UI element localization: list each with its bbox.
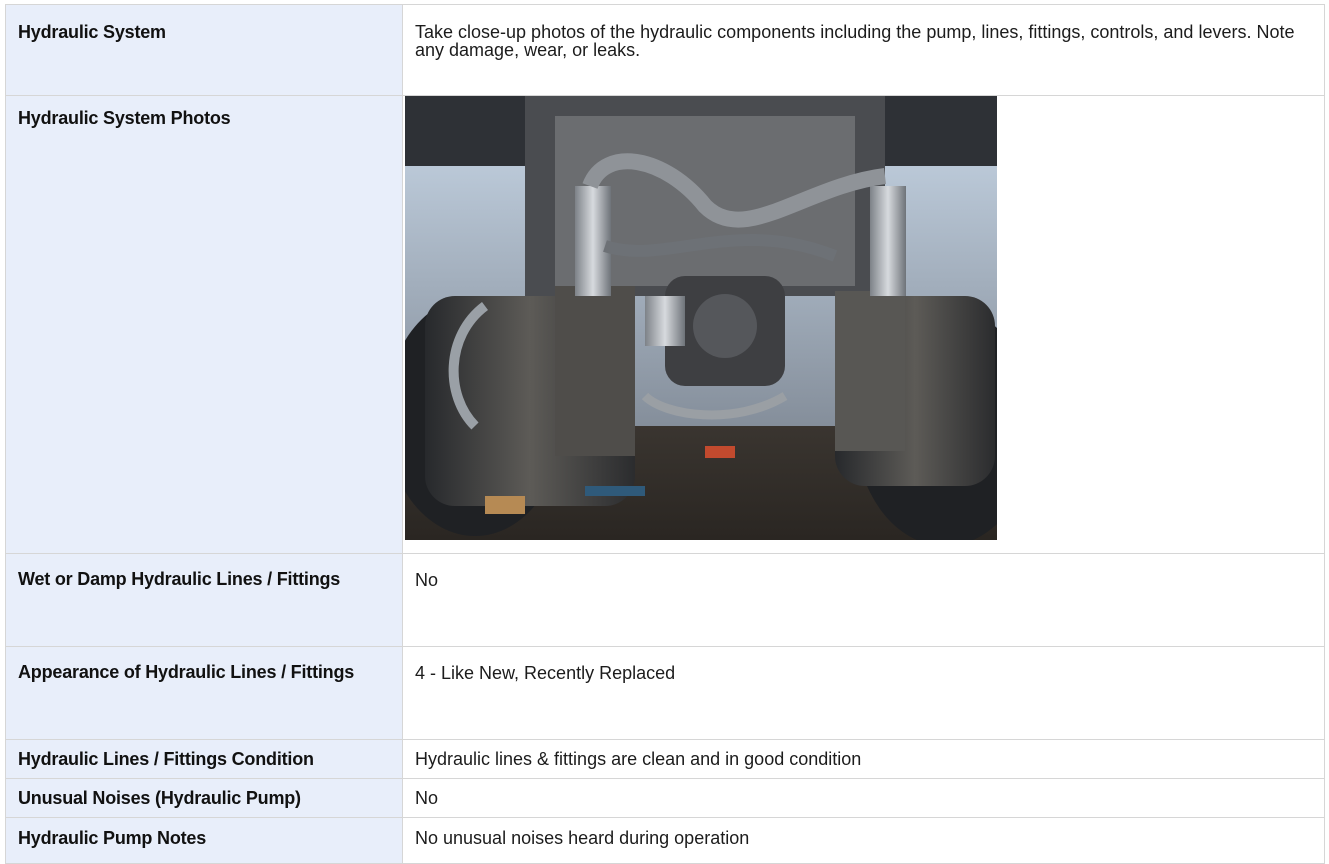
row-label: Appearance of Hydraulic Lines / Fittings <box>5 646 403 740</box>
table-row: Hydraulic Lines / Fittings Condition Hyd… <box>5 739 1325 779</box>
row-label: Hydraulic System Photos <box>5 95 403 554</box>
table-row: Hydraulic System Take close-up photos of… <box>5 4 1325 96</box>
table-row: Wet or Damp Hydraulic Lines / Fittings N… <box>5 553 1325 647</box>
row-value: No <box>402 553 1325 647</box>
table-row: Unusual Noises (Hydraulic Pump) No <box>5 778 1325 818</box>
photo-cell <box>402 95 1325 554</box>
row-label: Unusual Noises (Hydraulic Pump) <box>5 778 403 818</box>
table-row: Hydraulic System Photos <box>5 95 1325 554</box>
inspection-report-table: Hydraulic System Take close-up photos of… <box>5 4 1325 864</box>
hydraulic-system-photo[interactable] <box>405 96 997 540</box>
row-value: No <box>402 778 1325 818</box>
row-label: Hydraulic Lines / Fittings Condition <box>5 739 403 779</box>
row-value: No unusual noises heard during operation <box>402 817 1325 864</box>
row-label: Hydraulic Pump Notes <box>5 817 403 864</box>
row-label: Hydraulic System <box>5 4 403 96</box>
row-value: Hydraulic lines & fittings are clean and… <box>402 739 1325 779</box>
table-row: Hydraulic Pump Notes No unusual noises h… <box>5 817 1325 864</box>
row-value: 4 - Like New, Recently Replaced <box>402 646 1325 740</box>
row-label: Wet or Damp Hydraulic Lines / Fittings <box>5 553 403 647</box>
row-value: Take close-up photos of the hydraulic co… <box>402 4 1325 96</box>
table-row: Appearance of Hydraulic Lines / Fittings… <box>5 646 1325 740</box>
